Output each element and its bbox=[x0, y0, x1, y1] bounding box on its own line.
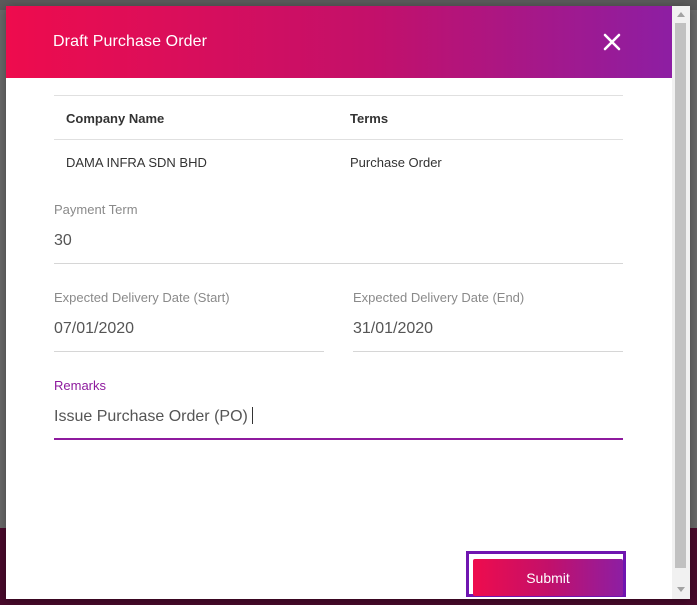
scroll-thumb[interactable] bbox=[675, 23, 686, 568]
scroll-up-arrow-icon[interactable] bbox=[677, 12, 685, 17]
text-caret bbox=[251, 407, 253, 424]
cell-company-name: DAMA INFRA SDN BHD bbox=[66, 155, 207, 170]
payment-term-underline bbox=[54, 263, 623, 264]
table-top-divider bbox=[54, 95, 623, 96]
draft-purchase-order-dialog: Draft Purchase Order Company Name Terms … bbox=[6, 6, 690, 599]
close-icon bbox=[603, 33, 621, 51]
payment-term-input[interactable] bbox=[54, 231, 623, 251]
submit-button[interactable]: Submit bbox=[473, 559, 623, 596]
close-button[interactable] bbox=[600, 30, 624, 54]
remarks-input[interactable]: Issue Purchase Order (PO) bbox=[54, 407, 623, 427]
scroll-down-arrow-icon[interactable] bbox=[677, 587, 685, 592]
cell-terms: Purchase Order bbox=[350, 155, 442, 170]
payment-term-label: Payment Term bbox=[54, 202, 138, 217]
dialog-header: Draft Purchase Order bbox=[6, 6, 672, 78]
delivery-end-underline bbox=[353, 351, 623, 352]
delivery-start-underline bbox=[54, 351, 324, 352]
table-header-divider bbox=[54, 139, 623, 140]
column-header-terms: Terms bbox=[350, 111, 389, 126]
column-header-company-name: Company Name bbox=[66, 111, 165, 126]
delivery-start-input[interactable] bbox=[54, 319, 324, 339]
remarks-label: Remarks bbox=[54, 378, 107, 393]
remarks-underline bbox=[54, 438, 623, 440]
delivery-end-input[interactable] bbox=[353, 319, 623, 339]
vertical-scrollbar[interactable] bbox=[672, 6, 690, 599]
delivery-start-label: Expected Delivery Date (Start) bbox=[54, 290, 230, 305]
remarks-text: Issue Purchase Order (PO) bbox=[54, 408, 248, 425]
delivery-end-label: Expected Delivery Date (End) bbox=[353, 290, 525, 305]
dialog-title: Draft Purchase Order bbox=[53, 33, 208, 50]
